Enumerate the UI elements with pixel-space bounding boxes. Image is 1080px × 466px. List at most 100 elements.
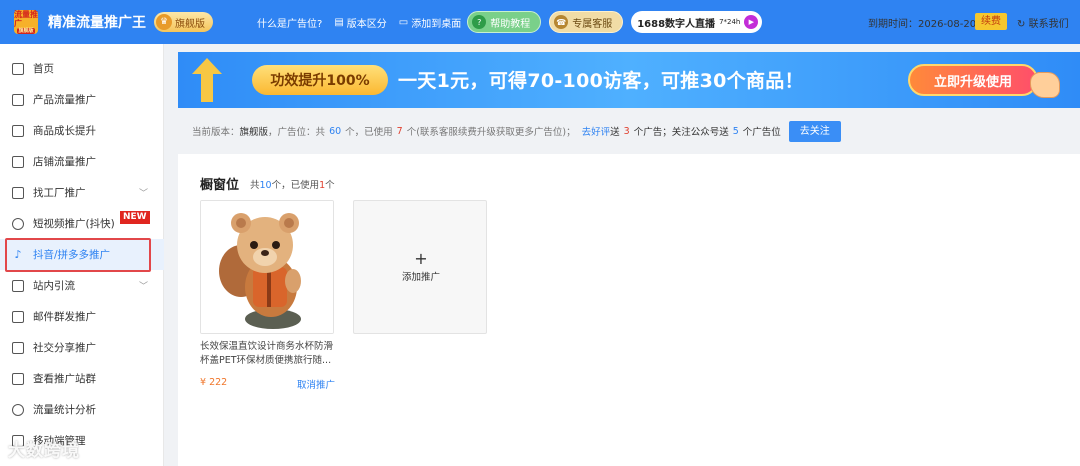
new-badge: NEW [120, 211, 150, 224]
video-icon [12, 217, 24, 230]
add-promotion-button[interactable]: + 添加推广 [353, 200, 487, 334]
teddy-bear-image [201, 201, 333, 333]
app-logo: 流量推广 旗舰版 [14, 10, 38, 34]
sidebar-item-stats[interactable]: 流量统计分析 [0, 394, 164, 425]
sidebar-item-label: 找工厂推广 [33, 187, 86, 199]
panel-count: 共10个，已使用1个 [250, 177, 335, 191]
used-suffix: 个(联系客服续费升级获取更多广告位)； [406, 127, 576, 138]
sidebar-item-social-share[interactable]: 社交分享推广 [0, 332, 164, 363]
product-price: ¥ 222 [200, 377, 228, 388]
sidebar-item-mail[interactable]: 邮件群发推广 [0, 301, 164, 332]
upgrade-now-button[interactable]: 立即升级使用 [908, 64, 1038, 96]
edition-badge: ♛ 旗舰版 [154, 12, 213, 32]
showcase-panel: 橱窗位 共10个，已使用1个 长效保温直饮设计商务水杯防滑杯盖PET环保材质便携… [178, 154, 1080, 466]
used-slots: 7 [396, 125, 403, 137]
contact-us-button[interactable]: ↻ 联系我们 [1017, 15, 1069, 30]
help-icon: ? [472, 15, 487, 29]
stats-icon [12, 403, 24, 416]
logo-text: 流量推广 [14, 10, 38, 28]
version-compare-label: 版本区分 [346, 18, 387, 30]
app-title: 精准流量推广王 [48, 15, 146, 31]
upgrade-banner[interactable]: 功效提升100% 一天1元，可得70-100访客，可推30个商品！ 立即升级使用 [178, 52, 1080, 108]
sidebar-item-label: 商品成长提升 [33, 125, 96, 137]
sidebar-item-label: 首页 [33, 63, 54, 75]
crown-icon: ♛ [156, 14, 172, 30]
monitor-icon: ▭ [398, 16, 409, 28]
follow-count: 5 [732, 125, 739, 137]
sidebar-item-factory[interactable]: 找工厂推广 ﹀ [0, 177, 164, 208]
panel-title: 橱窗位 [200, 178, 240, 193]
document-icon: ▤ [334, 16, 344, 28]
megaphone-icon [12, 372, 24, 385]
contact-label: 联系我们 [1028, 19, 1069, 30]
review-suffix: 个广告；关注公众号送 [633, 127, 729, 138]
service-label: 专属客服 [572, 18, 613, 30]
live-label: 1688数字人直播 [637, 18, 716, 30]
product-name[interactable]: 长效保温直饮设计商务水杯防滑杯盖PET环保材质便携旅行随... [200, 340, 338, 368]
sidebar-item-label: 站内引流 [33, 280, 75, 292]
sidebar-item-label: 短视频推广(抖快) [33, 218, 115, 230]
headset-icon: ☎ [554, 15, 569, 29]
bag-icon [12, 93, 24, 106]
slots-label: ，广告位： [268, 127, 316, 138]
version-info: 当前版本： 旗舰版 ，广告位： 共 60 个，已使用 7 个(联系客服续费升级获… [192, 120, 841, 142]
version-value: 旗舰版 [239, 127, 269, 138]
sidebar-item-label: 邮件群发推广 [33, 311, 96, 323]
count-used-suffix: 个 [325, 180, 335, 191]
review-count: 3 [623, 125, 630, 137]
watermark: 大数跨境 [8, 441, 80, 461]
add-promotion-label: 添加推广 [401, 272, 440, 283]
renew-button[interactable]: 续费 [975, 13, 1007, 30]
tiktok-icon: ♪ [14, 247, 22, 261]
sidebar-item-label: 社交分享推广 [33, 342, 96, 354]
follow-button[interactable]: 去关注 [788, 120, 841, 142]
live-stream-button[interactable]: 1688数字人直播 7*24h ▶ [631, 11, 763, 33]
expire-date: 到期时间：2026-08-20 [868, 19, 977, 30]
count-used-prefix: 个，已使用 [271, 180, 320, 191]
used-prefix: 个，已使用 [345, 127, 393, 138]
help-tutorial-button[interactable]: ? 帮助教程 [467, 11, 542, 33]
add-to-desktop-label: 添加到桌面 [411, 18, 462, 30]
review-link[interactable]: 去好评 [582, 124, 611, 138]
chevron-down-icon: ﹀ [138, 282, 148, 292]
pointing-hand-icon [1030, 72, 1060, 98]
review-prefix: 送 [610, 127, 620, 138]
chevron-down-icon: ﹀ [138, 189, 148, 199]
refresh-icon: ↻ [1017, 19, 1026, 30]
sidebar-item-label: 查看推广站群 [33, 373, 96, 385]
sidebar-item-inner-flow[interactable]: 站内引流 ﹀ [0, 270, 164, 301]
live-tag: 7*24h [719, 18, 741, 26]
help-label: 帮助教程 [490, 18, 531, 30]
sidebar-item-product-traffic[interactable]: 产品流量推广 [0, 84, 164, 115]
version-compare-link[interactable]: ▤ 版本区分 [334, 15, 386, 30]
factory-icon [12, 186, 24, 199]
showcase-total: 10 [259, 180, 272, 191]
follow-suffix: 个广告位 [742, 127, 781, 138]
logo-sub: 旗舰版 [17, 28, 35, 34]
play-icon: ▶ [744, 15, 759, 29]
sidebar-item-sites[interactable]: 查看推广站群 [0, 363, 164, 394]
edition-label: 旗舰版 [175, 18, 205, 30]
plus-icon: + [414, 249, 428, 268]
banner-text: 一天1元，可得70-100访客，可推30个商品！ [398, 70, 804, 92]
header-links: 什么是广告位? ▤ 版本区分 ▭ 添加到桌面 [257, 15, 461, 30]
arrow-up-icon [192, 58, 222, 102]
product-image[interactable] [200, 200, 334, 334]
sidebar-item-product-growth[interactable]: 商品成长提升 [0, 115, 164, 146]
sidebar-item-home[interactable]: 首页 [0, 53, 164, 84]
cancel-promotion-link[interactable]: 取消推广 [297, 377, 335, 391]
version-label: 当前版本： [192, 127, 240, 138]
sidebar-item-douyin-pdd[interactable]: ♪ 抖音/拼多多推广 [0, 239, 164, 270]
banner-chip: 功效提升100% [252, 65, 388, 95]
total-slots: 60 [329, 125, 342, 137]
inner-flow-icon [12, 279, 24, 292]
total-prefix: 共 [315, 127, 326, 138]
what-is-ad-slot-link[interactable]: 什么是广告位? [257, 15, 322, 30]
share-icon [12, 341, 24, 354]
service-button[interactable]: ☎ 专属客服 [549, 11, 624, 33]
add-to-desktop-link[interactable]: ▭ 添加到桌面 [399, 15, 461, 30]
count-prefix: 共 [250, 180, 260, 191]
sidebar-item-store-traffic[interactable]: 店铺流量推广 [0, 146, 164, 177]
sidebar-item-label: 流量统计分析 [33, 404, 96, 416]
growth-icon [12, 124, 24, 137]
